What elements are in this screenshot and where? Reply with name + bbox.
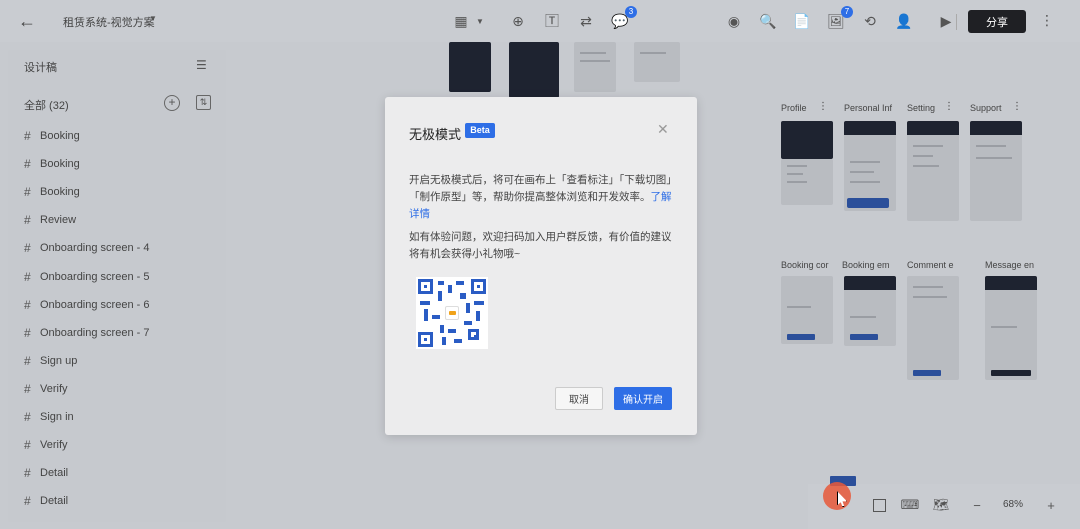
text-tool-icon[interactable]: 🅃 [542, 11, 562, 31]
frame-label[interactable]: Comment e [907, 260, 959, 270]
comment-badge: 3 [625, 6, 637, 18]
sidebar-item[interactable]: # Booking [24, 122, 219, 150]
dialog-feedback-text: 如有体验问题，欢迎扫码加入用户群反馈，有价值的建议将有机会获得小礼物哦~ [409, 231, 672, 260]
close-icon[interactable]: ✕ [657, 121, 669, 138]
zoom-out-icon[interactable]: − [968, 496, 986, 514]
frame-label[interactable]: Personal Inf [844, 103, 894, 113]
sidebar-item[interactable]: # Booking [24, 178, 219, 206]
frame-hash-icon: # [24, 409, 31, 424]
export-badge: 7 [841, 6, 853, 18]
project-title[interactable]: 租赁系统-视觉方案 [63, 14, 155, 30]
frame-hash-icon: # [24, 494, 31, 509]
zoom-in-icon[interactable]: + [1042, 496, 1060, 514]
sidebar-item[interactable]: # Booking [24, 150, 219, 178]
frame-thumbnail[interactable] [844, 276, 896, 346]
frame-thumbnail[interactable] [847, 198, 889, 208]
frame-thumbnail[interactable] [634, 42, 680, 82]
sidebar-item[interactable]: # Verify [24, 431, 219, 459]
page-list: # Booking # Booking # Booking # Review # Onbo… [24, 122, 219, 515]
frame-label[interactable]: Message en [985, 260, 1037, 270]
sidebar-item[interactable]: # Detail [24, 459, 219, 487]
prototype-link-icon[interactable]: ⇄ [576, 11, 596, 31]
frame-hash-icon: # [24, 325, 31, 340]
keyboard-icon[interactable]: ⌨ [901, 496, 920, 514]
toolbar-divider [956, 14, 957, 30]
arrow-left-icon[interactable]: ← [18, 11, 40, 31]
frame-more-icon[interactable]: ⋮ [818, 101, 828, 112]
document-icon[interactable]: 📄 [792, 11, 812, 31]
frame-hash-icon: # [24, 269, 31, 284]
sidebar-item[interactable]: # Sign in [24, 403, 219, 431]
app-logo-icon [445, 306, 459, 320]
frame-hash-icon: # [24, 438, 31, 453]
cancel-button[interactable]: 取消 [555, 387, 603, 410]
zoom-level[interactable]: 68% [1003, 499, 1023, 510]
collapse-sidebar-icon[interactable]: ☰ [196, 58, 212, 74]
frame-thumbnail[interactable] [907, 121, 959, 221]
sidebar-item[interactable]: # Detail [24, 487, 219, 515]
more-icon[interactable]: ⋮ [1040, 12, 1054, 29]
beta-badge: Beta [465, 123, 495, 138]
top-toolbar: ← 租赁系统-视觉方案 ▼ ▦ ▼ ⊕ 🅃 ⇄ 💬 3 ◉ 🔍 📄 🖼 7 ⟲ … [0, 0, 1080, 42]
frame-thumbnail[interactable] [574, 42, 616, 92]
frame-label[interactable]: Booking cor [781, 260, 833, 270]
chevron-down-icon[interactable]: ▼ [470, 11, 490, 31]
frame-thumbnail[interactable] [985, 276, 1037, 380]
add-page-icon[interactable]: + [164, 95, 180, 111]
frame-hash-icon: # [24, 157, 31, 172]
add-circle-icon[interactable]: ⊕ [508, 11, 528, 31]
sort-icon[interactable]: ⇅ [196, 95, 211, 110]
frame-label[interactable]: Support [970, 103, 1018, 113]
frame-label[interactable]: Booking em [842, 260, 894, 270]
sidebar-item[interactable]: # Onboarding screen - 4 [24, 234, 219, 262]
sidebar-item[interactable]: # Sign up [24, 347, 219, 375]
confirm-enable-button[interactable]: 确认开启 [614, 387, 672, 410]
sidebar-title: 设计稿 [24, 62, 57, 74]
frame-thumbnail[interactable] [781, 159, 833, 205]
frame-hash-icon: # [24, 213, 31, 228]
frame-hash-icon: # [24, 381, 31, 396]
frame-hash-icon: # [24, 241, 31, 256]
frame-thumbnail[interactable] [509, 42, 559, 98]
frame-view-icon[interactable] [870, 496, 888, 514]
sidebar-item[interactable]: # Review [24, 206, 219, 234]
inspect-icon[interactable]: ◉ [724, 11, 744, 31]
all-pages-label[interactable]: 全部 (32) [24, 97, 69, 113]
frame-thumbnail[interactable] [907, 276, 959, 380]
frame-thumbnail[interactable] [781, 276, 833, 344]
frame-hash-icon: # [24, 297, 31, 312]
caret-down-icon[interactable]: ▼ [149, 14, 157, 23]
map-icon[interactable]: 🗺 [932, 496, 950, 514]
export-icon[interactable]: 🖼 7 [826, 6, 853, 31]
play-icon[interactable]: ▶ [936, 11, 956, 31]
qr-code [416, 277, 488, 349]
frame-more-icon[interactable]: ⋮ [1012, 101, 1022, 112]
search-icon[interactable]: 🔍 [758, 11, 778, 31]
frame-hash-icon: # [24, 129, 31, 144]
comment-icon[interactable]: 💬 3 [610, 6, 637, 31]
add-user-icon[interactable]: 👤 [894, 11, 914, 31]
share-button[interactable]: 分享 [968, 10, 1026, 33]
dialog-description: 开启无极模式后，将可在画布上「查看标注」「下载切图」「制作原型」等，帮助你提高整… [409, 174, 677, 220]
frame-thumbnail[interactable] [970, 121, 1022, 221]
sidebar-item[interactable]: # Verify [24, 375, 219, 403]
sidebar-item[interactable]: # Onboarding screen - 5 [24, 262, 219, 290]
frame-hash-icon: # [24, 353, 31, 368]
infinite-mode-dialog: 无极模式 Beta ✕ 开启无极模式后，将可在画布上「查看标注」「下载切图」「制… [385, 97, 697, 435]
sidebar-item[interactable]: # Onboarding screen - 6 [24, 291, 219, 319]
frame-thumbnail[interactable] [781, 121, 833, 159]
sidebar: 设计稿 ☰ 全部 (32) + ⇅ # Booking # Booking # Boo… [8, 50, 226, 522]
frame-hash-icon: # [24, 185, 31, 200]
frame-thumbnail[interactable] [449, 42, 491, 92]
sidebar-item[interactable]: # Onboarding screen - 7 [24, 319, 219, 347]
frame-more-icon[interactable]: ⋮ [944, 101, 954, 112]
layout-icon[interactable]: ▦ [451, 11, 471, 31]
history-icon[interactable]: ⟲ [860, 11, 880, 31]
frame-hash-icon: # [24, 466, 31, 481]
dialog-title: 无极模式 [409, 127, 462, 142]
